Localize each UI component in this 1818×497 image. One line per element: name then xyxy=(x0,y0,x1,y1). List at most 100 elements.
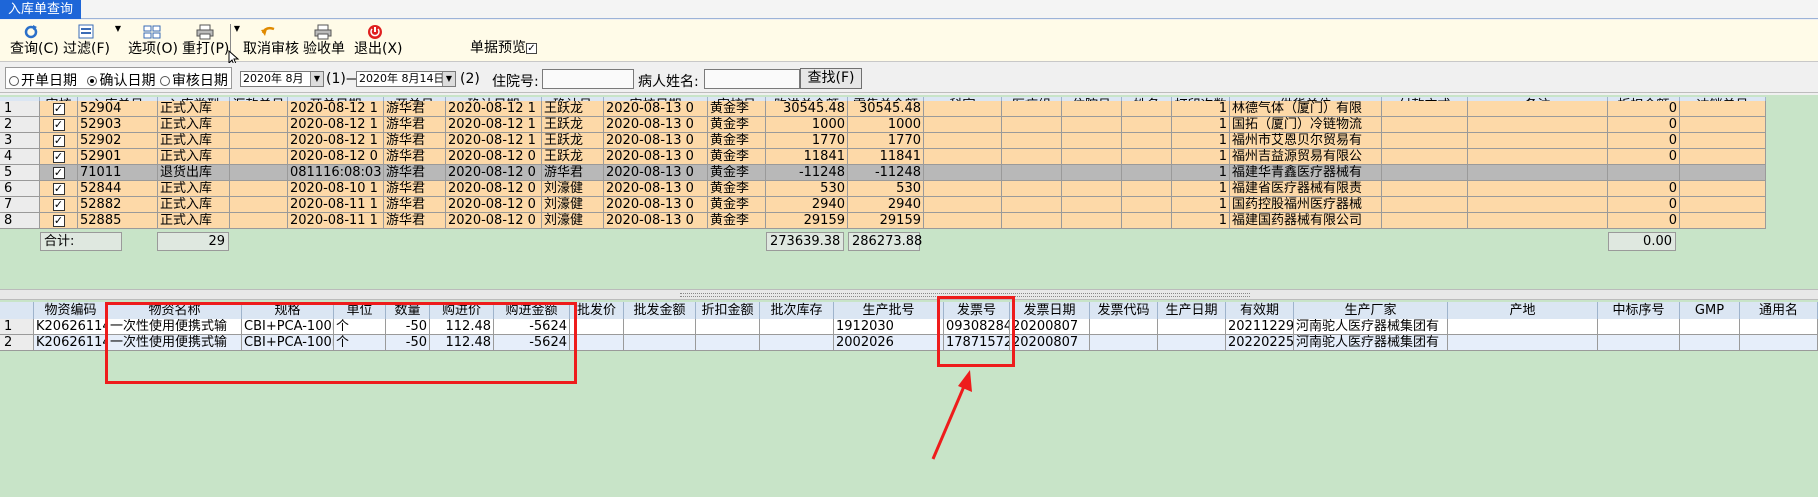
receipt-cell[interactable]: 退货出库 xyxy=(158,165,230,181)
detail-cell[interactable]: 20211229 xyxy=(1226,319,1294,335)
cancel-audit-button[interactable]: 取消审核 xyxy=(243,24,299,60)
receipt-cell[interactable]: 29159 xyxy=(848,213,924,229)
receipt-cell[interactable]: 2020-08-11 1 xyxy=(288,213,384,229)
date-from-picker[interactable]: 2020年 8月 ▼ xyxy=(240,71,324,87)
receipt-cell[interactable] xyxy=(1002,101,1062,117)
receipt-cell[interactable] xyxy=(924,213,1002,229)
filter-dropdown-arrow[interactable]: ▼ xyxy=(113,24,123,44)
row-index[interactable]: 1 xyxy=(0,101,40,117)
receipt-cell[interactable] xyxy=(1680,181,1766,197)
receipt-cell[interactable]: 081116:08:03 xyxy=(288,165,384,181)
detail-header-8[interactable]: 批发价 xyxy=(570,302,624,320)
row-index[interactable]: 7 xyxy=(0,197,40,213)
receipt-cell[interactable]: 2020-08-10 1 xyxy=(288,181,384,197)
window-title-tab[interactable]: 入库单查询 xyxy=(0,0,82,19)
audit-checkbox-cell[interactable]: ✓ xyxy=(40,165,78,181)
receipt-cell[interactable]: 2020-08-12 1 xyxy=(446,101,542,117)
detail-cell[interactable] xyxy=(624,335,696,351)
row-index[interactable]: 2 xyxy=(0,335,34,351)
receipt-cell[interactable] xyxy=(1382,101,1468,117)
receipt-cell[interactable]: 2020-08-12 0 xyxy=(446,149,542,165)
receipt-cell[interactable]: 正式入库 xyxy=(158,197,230,213)
receipt-cell[interactable]: 30545.48 xyxy=(848,101,924,117)
reprint-button[interactable]: 重打(P) xyxy=(182,24,229,60)
receipt-cell[interactable]: 0 xyxy=(1608,149,1680,165)
detail-cell[interactable]: K206261140 xyxy=(34,335,108,351)
receipt-cell[interactable] xyxy=(1382,165,1468,181)
detail-cell[interactable] xyxy=(1090,335,1158,351)
panel-splitter[interactable] xyxy=(0,289,1818,300)
receipt-cell[interactable]: 黄金李 xyxy=(708,181,766,197)
receipt-cell[interactable]: 游华君 xyxy=(384,165,446,181)
receipt-cell[interactable] xyxy=(1468,213,1608,229)
receipt-cell[interactable]: 71011 xyxy=(78,165,158,181)
receipt-cell[interactable]: 2020-08-12 1 xyxy=(446,117,542,133)
receipt-cell[interactable] xyxy=(1468,181,1608,197)
row-index[interactable]: 3 xyxy=(0,133,40,149)
row-index[interactable]: 8 xyxy=(0,213,40,229)
receipt-cell[interactable] xyxy=(1468,133,1608,149)
detail-cell[interactable]: 20220225 xyxy=(1226,335,1294,351)
receipt-cell[interactable]: 正式入库 xyxy=(158,149,230,165)
receipt-cell[interactable]: 黄金李 xyxy=(708,117,766,133)
detail-cell[interactable]: 河南驼人医疗器械集团有 xyxy=(1294,319,1448,335)
receipt-cell[interactable]: 福建华青鑫医疗器械有 xyxy=(1230,165,1382,181)
receipt-cell[interactable] xyxy=(1062,149,1122,165)
receipt-cell[interactable]: 黄金李 xyxy=(708,197,766,213)
audit-checkbox-cell[interactable]: ✓ xyxy=(40,213,78,229)
receipt-cell[interactable]: 2020-08-12 1 xyxy=(288,117,384,133)
receipt-cell[interactable]: 1 xyxy=(1172,101,1230,117)
receipt-cell[interactable]: 王跃龙 xyxy=(542,133,604,149)
detail-header-10[interactable]: 折扣金额 xyxy=(696,302,760,320)
receipt-cell[interactable] xyxy=(1122,165,1172,181)
receipt-cell[interactable]: 0 xyxy=(1608,197,1680,213)
receipt-cell[interactable]: 福建国药器械有限公司 xyxy=(1230,213,1382,229)
receipt-cell[interactable]: 1 xyxy=(1172,117,1230,133)
receipt-cell[interactable] xyxy=(1002,165,1062,181)
receipt-cell[interactable] xyxy=(1062,197,1122,213)
receipt-cell[interactable] xyxy=(1002,133,1062,149)
row-index[interactable]: 5 xyxy=(0,165,40,181)
receipt-cell[interactable]: 2940 xyxy=(766,197,848,213)
receipt-cell[interactable]: 2020-08-12 0 xyxy=(446,165,542,181)
receipt-cell[interactable]: 0 xyxy=(1608,133,1680,149)
receipt-cell[interactable]: 1 xyxy=(1172,149,1230,165)
audit-checkbox[interactable]: ✓ xyxy=(52,135,65,147)
detail-cell[interactable] xyxy=(1680,335,1740,351)
receipt-cell[interactable] xyxy=(1680,197,1766,213)
receipt-cell[interactable] xyxy=(1122,117,1172,133)
receipt-cell[interactable] xyxy=(230,149,288,165)
receipt-cell[interactable] xyxy=(1680,117,1766,133)
receipt-cell[interactable] xyxy=(924,197,1002,213)
receipt-cell[interactable]: 2020-08-12 0 xyxy=(288,149,384,165)
receipt-cell[interactable]: 王跃龙 xyxy=(542,117,604,133)
detail-header-1[interactable]: 物资编码 xyxy=(34,302,108,320)
detail-header-17[interactable]: 有效期 xyxy=(1226,302,1294,320)
receipt-cell[interactable]: 52882 xyxy=(78,197,158,213)
receipt-cell[interactable] xyxy=(1122,149,1172,165)
receipt-cell[interactable]: 黄金李 xyxy=(708,165,766,181)
receipt-cell[interactable]: 11841 xyxy=(848,149,924,165)
audit-checkbox-cell[interactable]: ✓ xyxy=(40,133,78,149)
receipt-cell[interactable] xyxy=(1062,101,1122,117)
receipt-cell[interactable] xyxy=(1468,117,1608,133)
receipt-cell[interactable] xyxy=(1382,213,1468,229)
audit-checkbox[interactable]: ✓ xyxy=(52,183,65,195)
receipt-cell[interactable] xyxy=(1062,181,1122,197)
receipt-cell[interactable]: 王跃龙 xyxy=(542,149,604,165)
receipt-cell[interactable]: 2020-08-11 1 xyxy=(288,197,384,213)
audit-checkbox[interactable]: ✓ xyxy=(52,151,65,163)
receipt-cell[interactable] xyxy=(1382,133,1468,149)
detail-cell[interactable]: K206261140 xyxy=(34,319,108,335)
detail-header-12[interactable]: 生产批号 xyxy=(834,302,944,320)
row-index[interactable]: 6 xyxy=(0,181,40,197)
receipt-cell[interactable] xyxy=(230,181,288,197)
receipt-cell[interactable] xyxy=(1002,117,1062,133)
receipt-cell[interactable]: 52901 xyxy=(78,149,158,165)
receipt-cell[interactable]: 游华君 xyxy=(384,101,446,117)
receipt-cell[interactable]: 游华君 xyxy=(542,165,604,181)
receipt-cell[interactable]: 2020-08-12 1 xyxy=(446,133,542,149)
receipt-cell[interactable]: 正式入库 xyxy=(158,181,230,197)
receipt-cell[interactable]: 刘濠健 xyxy=(542,181,604,197)
receipt-cell[interactable] xyxy=(1062,165,1122,181)
